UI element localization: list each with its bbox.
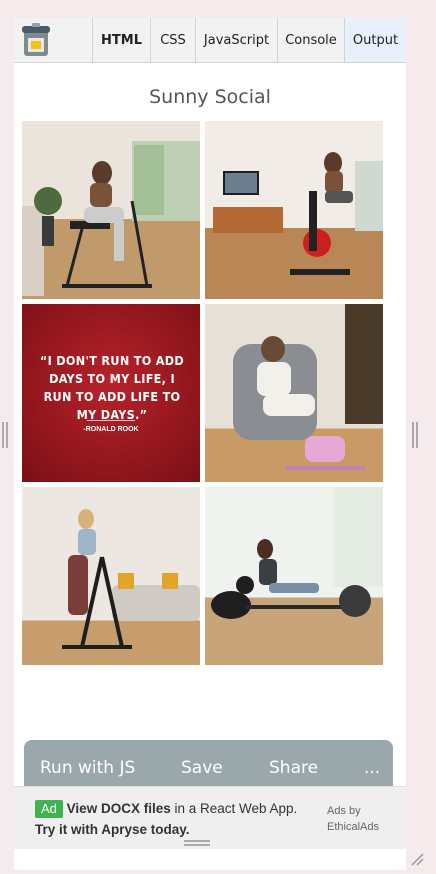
bottom-resize-handle[interactable]: [184, 840, 210, 846]
ad-cta: Try it with Apryse today.: [35, 822, 190, 837]
editor-tab-bar: HTML CSS JavaScript Console Output: [14, 18, 406, 63]
tab-output[interactable]: Output: [344, 18, 406, 62]
tab-javascript[interactable]: JavaScript: [195, 18, 277, 62]
resize-grip-icon[interactable]: [410, 852, 424, 866]
quote-divider: [87, 420, 135, 421]
share-button[interactable]: Share: [269, 758, 318, 778]
tab-console[interactable]: Console: [277, 18, 344, 62]
gallery-quote-card: “I DON'T RUN TO ADD DAYS TO MY LIFE, I R…: [22, 304, 200, 482]
more-options-button[interactable]: ...: [364, 758, 380, 778]
ad-headline-rest: in a React Web App.: [170, 801, 298, 816]
ad-text[interactable]: Ad View DOCX files in a React Web App. T…: [35, 798, 315, 840]
right-resize-handle[interactable]: [412, 422, 418, 448]
gallery-photo-spin-bike: [205, 121, 383, 299]
tab-html[interactable]: HTML: [92, 18, 150, 62]
gallery-photo-stepper: [22, 121, 200, 299]
ad-banner[interactable]: Ad View DOCX files in a React Web App. T…: [14, 786, 406, 849]
gallery-photo-rower: [205, 487, 383, 665]
ad-badge: Ad: [35, 800, 63, 818]
quote-author: -RONALD ROOK: [83, 426, 139, 433]
page-title: Sunny Social: [149, 86, 271, 108]
quote-text: “I DON'T RUN TO ADD DAYS TO MY LIFE, I R…: [39, 353, 185, 422]
playground-frame: HTML CSS JavaScript Console Output Sunny…: [14, 18, 406, 870]
save-button[interactable]: Save: [181, 758, 223, 778]
gallery-photo-armchair-pedal: [205, 304, 383, 482]
left-resize-handle[interactable]: [2, 422, 8, 448]
tab-css[interactable]: CSS: [150, 18, 195, 62]
ads-by-ethicalads[interactable]: Ads by EthicalAds: [327, 803, 397, 835]
app-logo-icon[interactable]: [20, 22, 52, 58]
gallery-photo-climber: [22, 487, 200, 665]
ad-headline-bold: View DOCX files: [66, 801, 171, 816]
run-with-js-button[interactable]: Run with JS: [40, 758, 135, 778]
